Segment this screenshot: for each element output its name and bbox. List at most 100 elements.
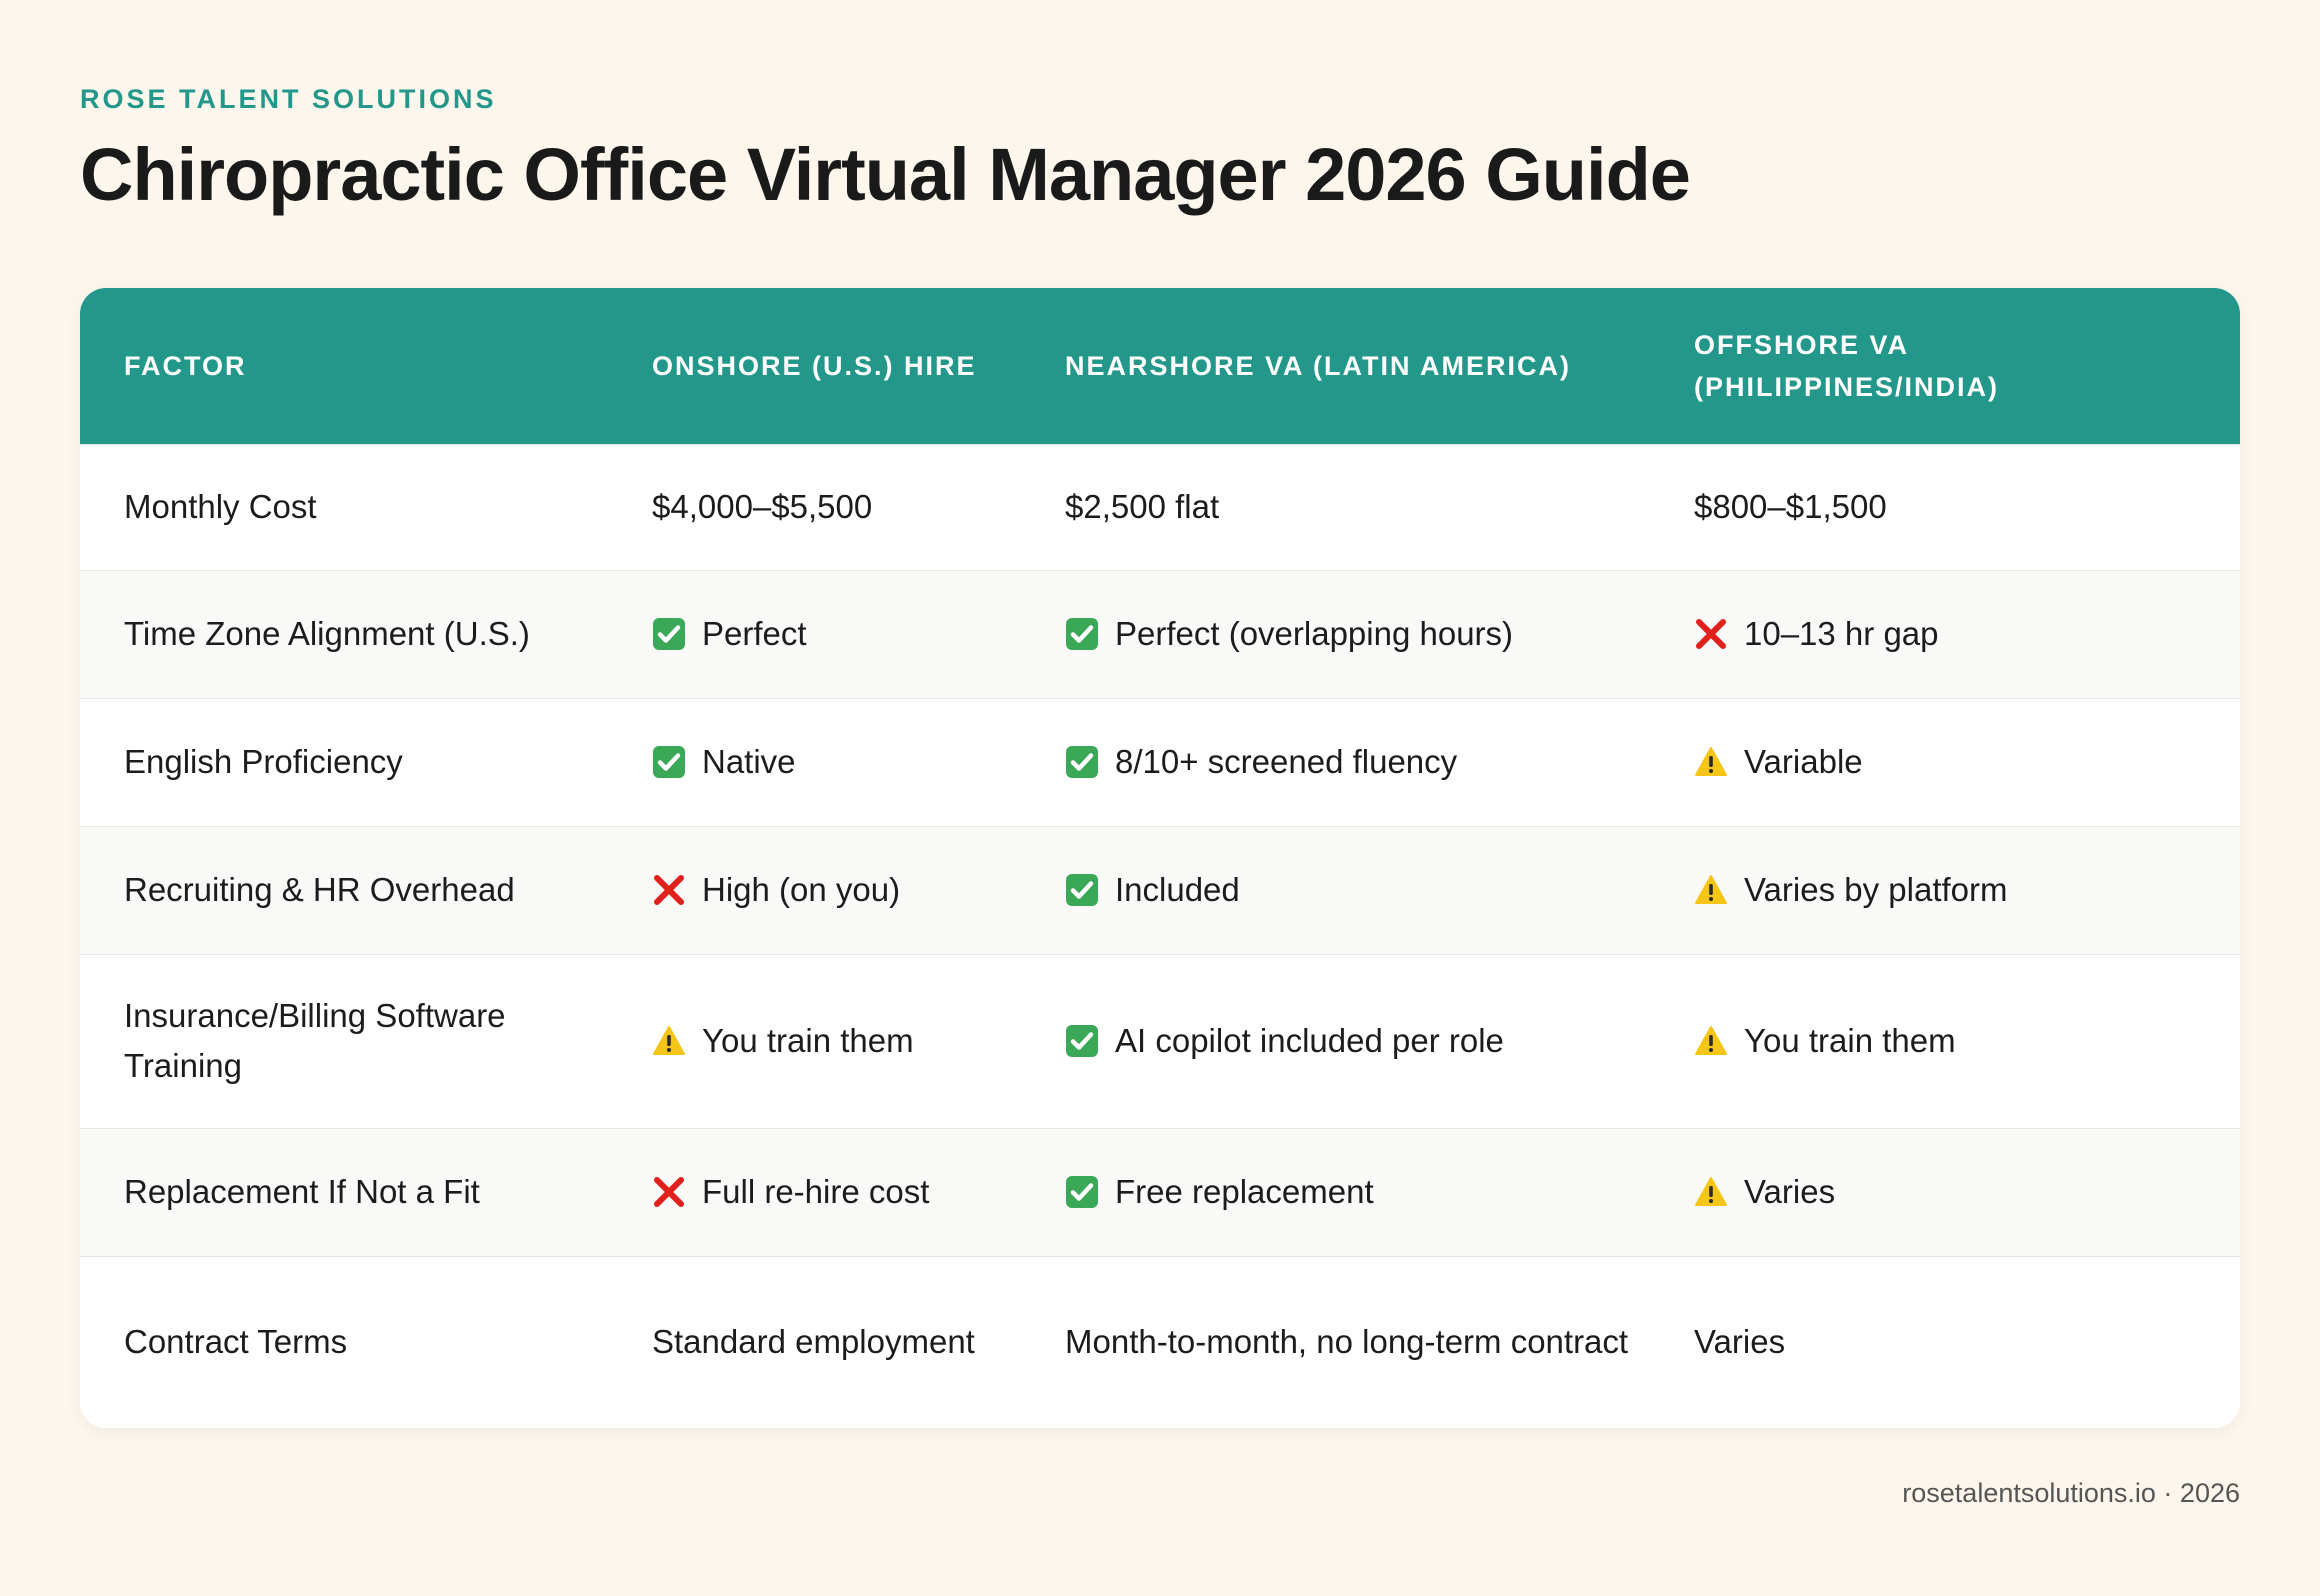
cell-content: 8/10+ screened fluency — [1065, 737, 1664, 787]
cell-text: Standard employment — [652, 1323, 975, 1361]
cell-text: 10–13 hr gap — [1744, 615, 1939, 652]
cell-onshore: High (on you) — [652, 826, 1065, 954]
cell-offshore: Variable — [1694, 698, 2240, 826]
cell-text: Month-to-month, no long-term contract — [1065, 1323, 1629, 1361]
check-icon — [1065, 745, 1099, 779]
factor-cell: Contract Terms — [124, 1323, 348, 1361]
check-icon — [1065, 873, 1099, 907]
cell-content: You train them — [1694, 1016, 2210, 1066]
cell-offshore: You train them — [1694, 954, 2240, 1128]
table-header-row: FACTOR ONSHORE (U.S.) HIRE NEARSHORE VA … — [80, 288, 2240, 444]
cell-nearshore: $2,500 flat — [1065, 444, 1694, 570]
cell-text: Variable — [1744, 743, 1863, 780]
cell-offshore: Varies by platform — [1694, 826, 2240, 954]
cell-text: Perfect (overlapping hours) — [1115, 615, 1514, 652]
cell-content: Native — [652, 737, 1035, 787]
warning-icon — [1694, 1024, 1728, 1058]
check-icon — [652, 617, 686, 651]
cell-text: You train them — [702, 1022, 914, 1059]
cell-text: Varies — [1694, 1323, 1786, 1361]
cell-content: AI copilot included per role — [1065, 1016, 1664, 1066]
cell-content: Standard employment — [652, 1317, 1035, 1367]
footer-credit: rosetalentsolutions.io · 2026 — [1902, 1478, 2240, 1508]
cell-onshore: Full re-hire cost — [652, 1128, 1065, 1256]
check-icon — [1065, 1175, 1099, 1209]
cell-content: Varies by platform — [1694, 865, 2210, 915]
cell-text: $800–$1,500 — [1694, 488, 1887, 525]
cell-text: Varies — [1744, 1173, 1836, 1210]
cell-content: Variable — [1694, 737, 2210, 787]
cell-content: Perfect — [652, 609, 1035, 659]
cell-nearshore: AI copilot included per role — [1065, 954, 1694, 1128]
cell-content: $800–$1,500 — [1694, 482, 2210, 532]
cell-text: Included — [1115, 871, 1240, 908]
factor-cell: Recruiting & HR Overhead — [124, 871, 515, 908]
cell-content: Perfect (overlapping hours) — [1065, 609, 1664, 659]
cell-content: $4,000–$5,500 — [652, 482, 1035, 532]
table-row: Insurance/Billing Software Training You t… — [80, 954, 2240, 1128]
cell-text: Full re-hire cost — [702, 1173, 930, 1210]
column-header-onshore: ONSHORE (U.S.) HIRE — [652, 350, 977, 381]
warning-icon — [1694, 873, 1728, 907]
cell-text: 8/10+ screened fluency — [1115, 743, 1458, 780]
table-row: Time Zone Alignment (U.S.) Perfect Perfect… — [80, 570, 2240, 698]
cell-text: Native — [702, 743, 796, 780]
cell-text: Free replacement — [1115, 1173, 1374, 1210]
cell-text: Varies by platform — [1744, 871, 2008, 908]
warning-icon — [1694, 745, 1728, 779]
table-row: English Proficiency Native 8/10+ screened … — [80, 698, 2240, 826]
cell-offshore: $800–$1,500 — [1694, 444, 2240, 570]
column-header-nearshore: NEARSHORE VA (LATIN AMERICA) — [1065, 350, 1571, 381]
cell-onshore: You train them — [652, 954, 1065, 1128]
check-icon — [1065, 617, 1099, 651]
cell-nearshore: Free replacement — [1065, 1128, 1694, 1256]
cell-nearshore: Included — [1065, 826, 1694, 954]
cell-content: $2,500 flat — [1065, 482, 1664, 532]
cell-content: Included — [1065, 865, 1664, 915]
cell-text: $2,500 flat — [1065, 488, 1220, 525]
column-header-offshore: OFFSHORE VA (PHILIPPINES/INDIA) — [1694, 329, 2000, 402]
cell-onshore: Native — [652, 698, 1065, 826]
cross-icon — [1694, 617, 1728, 651]
cell-content: Free replacement — [1065, 1167, 1664, 1217]
cell-nearshore: Month-to-month, no long-term contract — [1065, 1256, 1694, 1428]
cell-onshore: Standard employment — [652, 1256, 1065, 1428]
cell-text: You train them — [1744, 1022, 1956, 1059]
cross-icon — [652, 873, 686, 907]
cell-content: Varies — [1694, 1317, 2210, 1367]
comparison-table: FACTOR ONSHORE (U.S.) HIRE NEARSHORE VA … — [80, 288, 2240, 1428]
table-row: Recruiting & HR Overhead High (on you) Inc… — [80, 826, 2240, 954]
factor-cell: Insurance/Billing Software Training — [124, 997, 506, 1084]
cell-content: You train them — [652, 1016, 1035, 1066]
cell-offshore: Varies — [1694, 1256, 2240, 1428]
cell-offshore: 10–13 hr gap — [1694, 570, 2240, 698]
table-row: Replacement If Not a Fit Full re-hire cos… — [80, 1128, 2240, 1256]
cell-content: Varies — [1694, 1167, 2210, 1217]
cross-icon — [652, 1175, 686, 1209]
check-icon — [1065, 1024, 1099, 1058]
cell-text: High (on you) — [702, 871, 901, 908]
page-title: Chiropractic Office Virtual Manager 2026… — [80, 133, 1691, 216]
factor-cell: Replacement If Not a Fit — [124, 1173, 480, 1210]
cell-content: Month-to-month, no long-term contract — [1065, 1317, 1664, 1367]
cell-nearshore: Perfect (overlapping hours) — [1065, 570, 1694, 698]
warning-icon — [652, 1024, 686, 1058]
cell-content: High (on you) — [652, 865, 1035, 915]
cell-text: Perfect — [702, 615, 807, 652]
factor-cell: Time Zone Alignment (U.S.) — [124, 615, 530, 652]
cell-nearshore: 8/10+ screened fluency — [1065, 698, 1694, 826]
table-row: Monthly Cost $4,000–$5,500 $2,500 flat $800… — [80, 444, 2240, 570]
cell-text: $4,000–$5,500 — [652, 488, 873, 525]
cell-content: Full re-hire cost — [652, 1167, 1035, 1217]
cell-onshore: $4,000–$5,500 — [652, 444, 1065, 570]
cell-text: AI copilot included per role — [1115, 1022, 1504, 1059]
column-header-factor: FACTOR — [124, 350, 247, 381]
table-row: Contract Terms Standard employment Month-t… — [80, 1256, 2240, 1428]
cell-content: 10–13 hr gap — [1694, 609, 2210, 659]
cell-offshore: Varies — [1694, 1128, 2240, 1256]
check-icon — [652, 745, 686, 779]
warning-icon — [1694, 1175, 1728, 1209]
brand-name: ROSE TALENT SOLUTIONS — [80, 84, 497, 114]
cell-onshore: Perfect — [652, 570, 1065, 698]
factor-cell: English Proficiency — [124, 743, 403, 780]
